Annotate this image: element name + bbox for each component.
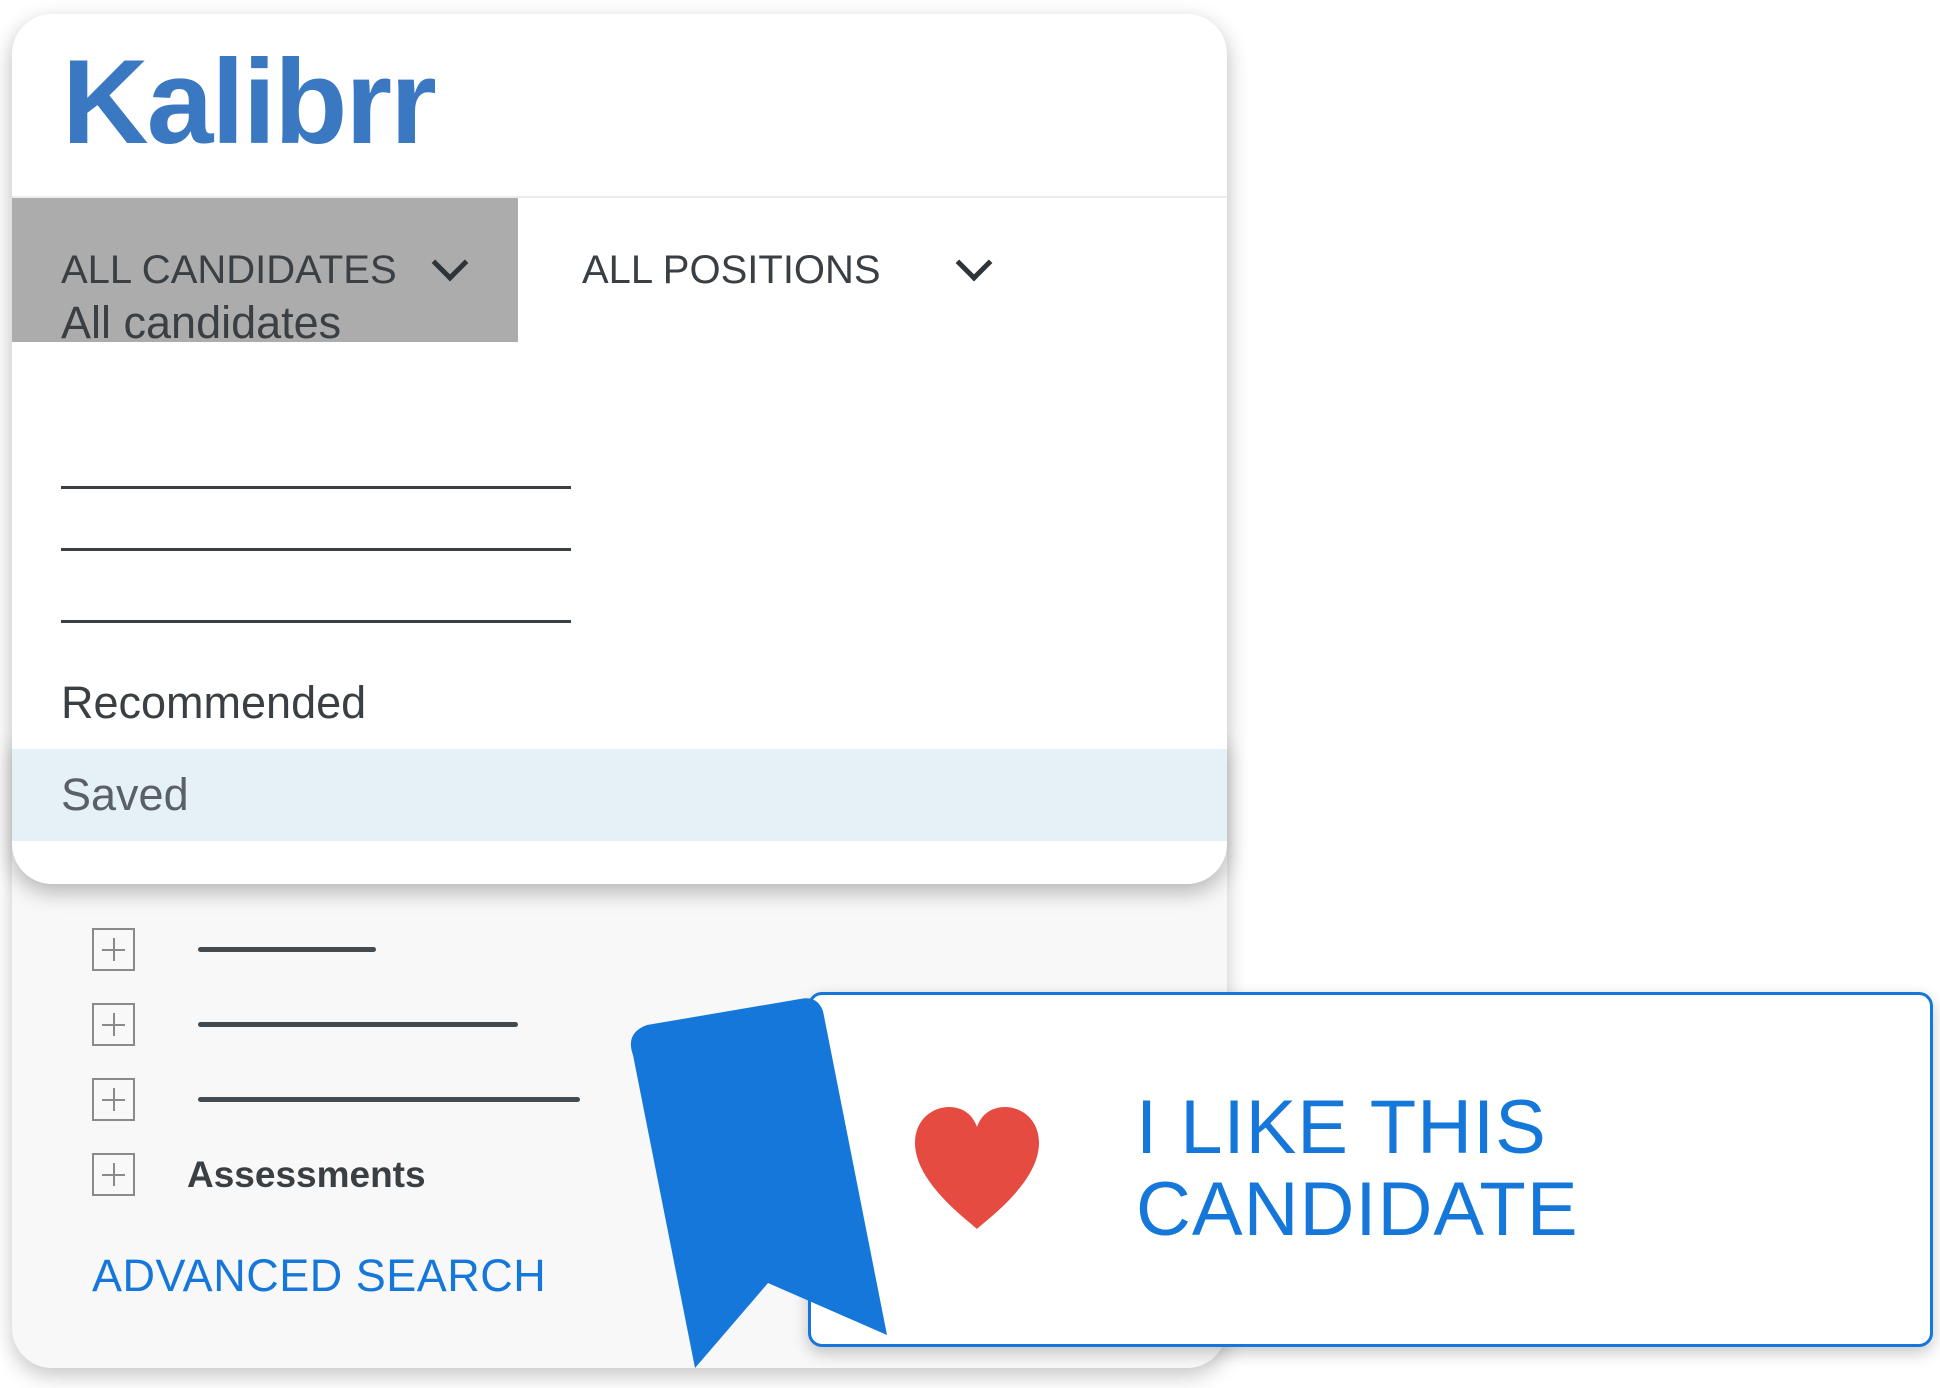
menu-item-all-candidates[interactable]: All candidates: [61, 297, 341, 349]
filter-row[interactable]: [92, 1078, 580, 1121]
menu-item-placeholder[interactable]: [61, 620, 571, 623]
filter-row[interactable]: [92, 1003, 518, 1046]
tab-label: ALL CANDIDATES: [61, 247, 397, 292]
filter-label-assessments: Assessments: [187, 1153, 426, 1195]
chevron-down-icon: [431, 244, 469, 282]
menu-item-placeholder[interactable]: [61, 486, 571, 489]
expand-plus-icon[interactable]: [92, 1153, 135, 1196]
chevron-down-icon: [955, 244, 993, 282]
tab-label: ALL POSITIONS: [582, 247, 881, 292]
filter-label-placeholder: [198, 947, 376, 952]
like-text-line1: I LIKE THIS: [1136, 1085, 1547, 1170]
like-candidate-button[interactable]: I LIKE THIS CANDIDATE: [808, 992, 1933, 1347]
menu-item-placeholder[interactable]: [61, 548, 571, 551]
menu-item-label: Saved: [61, 769, 189, 820]
like-candidate-text: I LIKE THIS CANDIDATE: [1136, 1087, 1579, 1251]
filter-row-assessments[interactable]: Assessments: [92, 1153, 426, 1196]
filter-label-placeholder: [198, 1097, 580, 1102]
tab-all-positions[interactable]: ALL POSITIONS: [518, 198, 1018, 342]
expand-plus-icon[interactable]: [92, 1078, 135, 1121]
like-text-line2: CANDIDATE: [1136, 1167, 1579, 1252]
filter-row[interactable]: [92, 928, 376, 971]
menu-item-saved[interactable]: Saved: [12, 749, 1227, 841]
kalibrr-logo: Kalibrr: [62, 35, 437, 169]
stage: Assessments ADVANCED SEARCH Kalibrr ALL …: [0, 0, 1940, 1388]
bookmark-ribbon-icon: [630, 998, 887, 1368]
heart-icon: [915, 1107, 1039, 1229]
expand-plus-icon[interactable]: [92, 928, 135, 971]
candidate-filter-card: Kalibrr ALL CANDIDATES ALL POSITIONS All…: [12, 14, 1227, 884]
expand-plus-icon[interactable]: [92, 1003, 135, 1046]
filter-label-placeholder: [198, 1022, 518, 1027]
advanced-search-link[interactable]: ADVANCED SEARCH: [92, 1250, 546, 1302]
menu-item-recommended[interactable]: Recommended: [61, 677, 366, 729]
